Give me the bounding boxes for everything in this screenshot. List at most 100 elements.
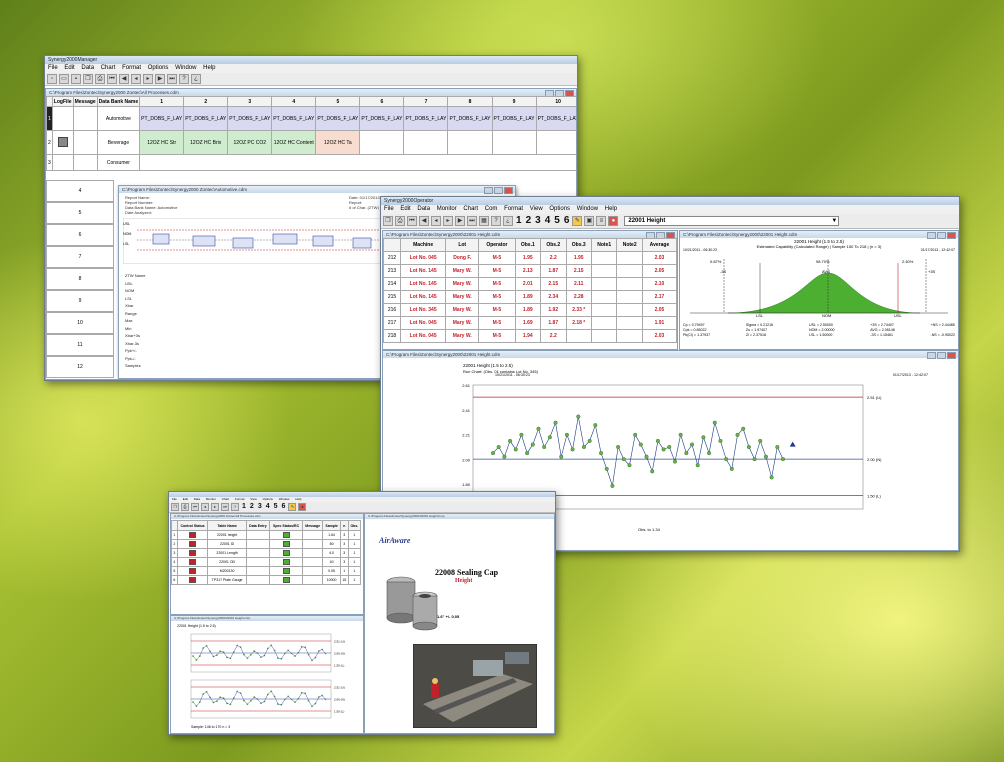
grid-cell[interactable]: PT_DOBS_F_LAY (315, 106, 361, 131)
close-icon[interactable] (947, 232, 956, 239)
average-cell[interactable]: 2.17 (641, 290, 677, 304)
col-control-status[interactable]: Control Status (176, 520, 209, 531)
spec-status-icon[interactable] (269, 548, 304, 558)
obs-cell[interactable]: 1 (347, 548, 362, 558)
obs1-cell[interactable]: 2.13 (514, 264, 542, 278)
menu-file[interactable]: File (172, 497, 177, 501)
average-cell[interactable]: 2.03 (641, 251, 677, 265)
operator-cell[interactable]: M-5 (478, 264, 516, 278)
col-lot[interactable]: Lot (445, 238, 480, 252)
stop-icon[interactable]: ● (298, 503, 307, 511)
prev-record-icon[interactable]: ◂ (131, 74, 141, 84)
obs-cell[interactable]: 1 (347, 557, 362, 567)
chart-6-button[interactable]: 6 (281, 502, 287, 512)
note1-cell[interactable] (590, 316, 618, 330)
menu-file[interactable]: File (384, 206, 394, 212)
col-message[interactable]: Message (302, 520, 324, 531)
prev-page-icon[interactable]: ◀ (419, 216, 429, 226)
col-5[interactable]: 5 (315, 96, 361, 107)
next-record-icon[interactable]: ▸ (143, 74, 153, 84)
n-cell[interactable]: 3 (339, 530, 349, 540)
n-cell[interactable]: 3 (339, 548, 349, 558)
data-entry-cell[interactable] (245, 539, 271, 549)
table-row[interactable]: 213 Lot No. 145 Mary W. M-5 2.13 1.87 2.15 2.05 (383, 264, 677, 278)
lot-cell[interactable]: Mary W. (445, 303, 480, 317)
chart-1-button[interactable]: 1 (515, 216, 523, 226)
operator-cell[interactable]: M-5 (478, 329, 516, 343)
lot-cell[interactable]: Mary W. (445, 290, 480, 304)
stop-icon[interactable]: ● (608, 216, 619, 226)
menu-chart[interactable]: Chart (463, 206, 478, 212)
help-icon[interactable]: ? (179, 74, 189, 84)
row-number[interactable]: 9 (46, 290, 114, 312)
obs1-cell[interactable]: 1.89 (514, 303, 542, 317)
operator-cell[interactable]: M-5 (478, 251, 516, 265)
minimize-icon[interactable] (927, 352, 936, 359)
col-7[interactable]: 7 (403, 96, 449, 107)
obs3-cell[interactable]: 2.15 (565, 264, 592, 278)
chart-5-button[interactable]: 5 (553, 216, 561, 226)
databank-name[interactable]: Beverage (96, 130, 141, 155)
chevron-down-icon[interactable]: ▼ (831, 218, 837, 224)
machine-cell[interactable]: Lot No. 145 (400, 277, 447, 291)
note1-cell[interactable] (590, 329, 618, 343)
databank-name[interactable]: Consumer (96, 154, 141, 171)
lot-cell[interactable]: Mary W. (445, 277, 480, 291)
control-status-icon[interactable] (176, 548, 209, 558)
grid-cell[interactable]: PT_DOBS_F_LAY (139, 106, 185, 131)
list-icon[interactable]: ≡ (596, 216, 607, 226)
select-icon[interactable]: ▦ (479, 216, 489, 226)
average-cell[interactable]: 2.10 (641, 277, 677, 291)
pencil-icon[interactable]: ✎ (288, 503, 297, 511)
note1-cell[interactable] (590, 303, 618, 317)
menu-window[interactable]: Window (279, 497, 290, 501)
sample-cell[interactable]: 4.0 (322, 548, 341, 558)
menu-chart[interactable]: Chart (222, 497, 229, 501)
grid-cell[interactable]: PT_DOBS_F_LAY (271, 106, 317, 131)
col-4[interactable]: 4 (271, 96, 317, 107)
average-cell[interactable]: 2.05 (641, 303, 677, 317)
table-name-cell[interactable]: 22001 ID (207, 539, 247, 549)
menu-chart[interactable]: Chart (101, 65, 116, 71)
grid-cell[interactable]: PT_DOBS_F_LAY (183, 106, 229, 131)
table-row[interactable]: 2 Beverage 12OZ HC Str 12OZ HC Brix 12OZ… (46, 130, 576, 155)
menu-monitor[interactable]: Monitor (437, 206, 457, 212)
message-cell[interactable] (302, 575, 324, 585)
col-message[interactable]: Message (72, 96, 98, 107)
menu-file[interactable]: File (48, 65, 58, 71)
chart-1-button[interactable]: 1 (241, 502, 247, 512)
close-icon[interactable] (504, 187, 513, 194)
row-index[interactable]: 213 (383, 264, 402, 278)
note2-cell[interactable] (616, 303, 643, 317)
col-obs3[interactable]: Obs.3 (565, 238, 592, 252)
grid-cell[interactable]: 12OZ HC Content (271, 130, 317, 155)
table-row[interactable]: 218 Lot No. 045 Mary W. M-5 1.94 2.2 2.03 (383, 329, 677, 343)
machine-cell[interactable]: Lot No. 045 (400, 329, 447, 343)
machine-cell[interactable]: Lot No. 145 (400, 264, 447, 278)
machine-cell[interactable]: Lot No. 145 (400, 290, 447, 304)
first-record-icon[interactable]: ⏮ (407, 216, 417, 226)
col-machine[interactable]: Machine (400, 238, 447, 252)
menu-com[interactable]: Com (485, 206, 498, 212)
col-note2[interactable]: Note2 (616, 238, 643, 252)
chart-3-button[interactable]: 3 (534, 216, 542, 226)
obs3-cell[interactable] (565, 329, 592, 343)
menu-window[interactable]: Window (175, 65, 196, 71)
row-index[interactable]: 214 (383, 277, 402, 291)
sample-cell[interactable]: 10000 (322, 575, 341, 585)
table-row[interactable]: 216 Lot No. 345 Mary W. M-5 1.89 1.92 2.33 * 2.… (383, 303, 677, 317)
col-logfile[interactable]: LogFile (51, 96, 74, 107)
row-number[interactable]: 10 (46, 312, 114, 334)
message-cell[interactable] (302, 530, 324, 540)
obs2-cell[interactable]: 2.34 (540, 290, 567, 304)
monitor-icon[interactable]: ▣ (584, 216, 595, 226)
menu-format[interactable]: Format (122, 65, 141, 71)
message-cell[interactable] (302, 539, 324, 549)
copy-icon[interactable]: ❐ (83, 74, 93, 84)
note2-cell[interactable] (616, 277, 643, 291)
obs-cell[interactable]: 1 (347, 566, 362, 576)
n-cell[interactable]: 15 (339, 575, 349, 585)
obs2-cell[interactable]: 1.87 (540, 316, 567, 330)
data-entry-cell[interactable] (245, 575, 271, 585)
table-row[interactable]: 214 Lot No. 145 Mary W. M-5 2.01 2.15 2.11 2.10 (383, 277, 677, 291)
